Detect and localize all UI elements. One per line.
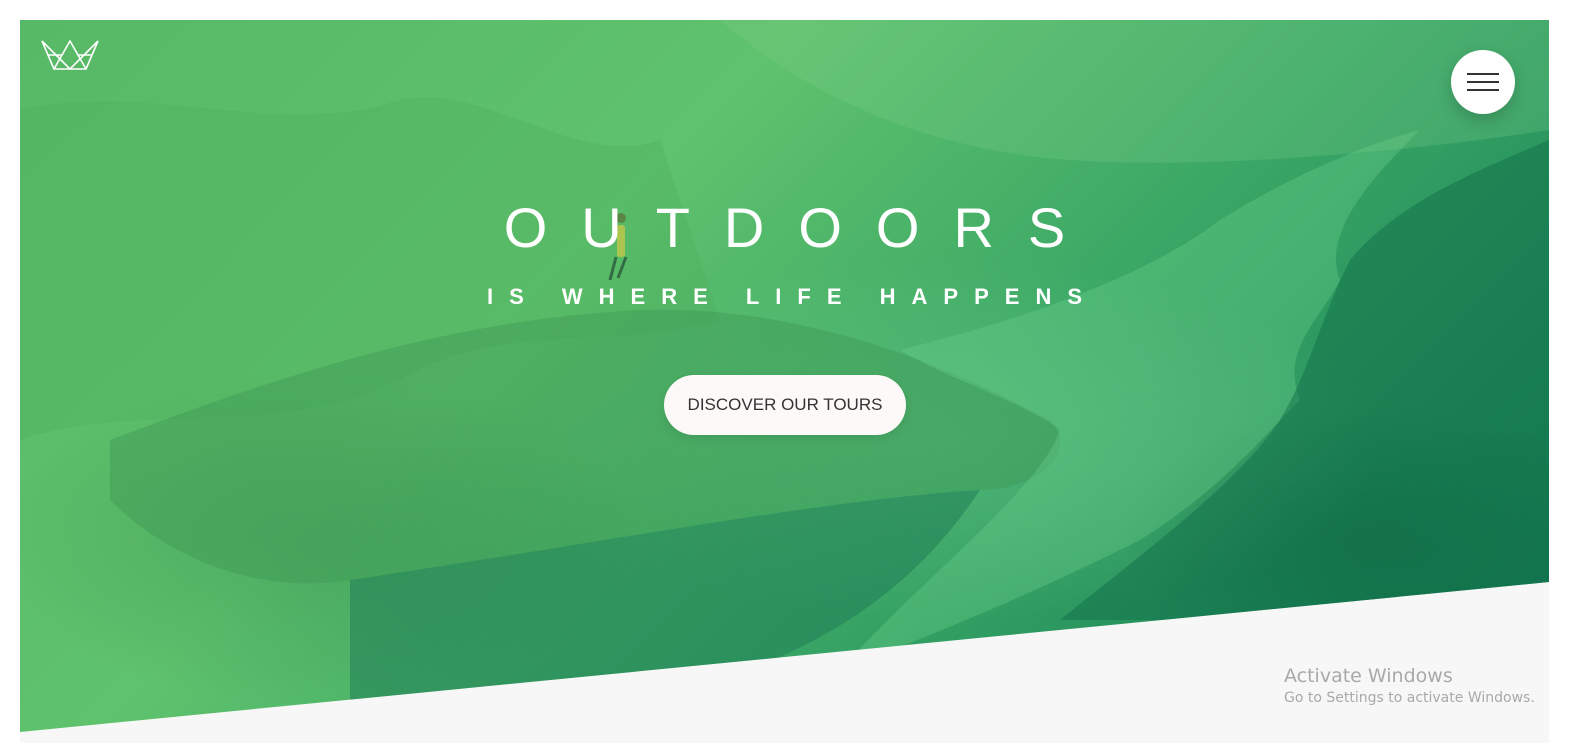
menu-button[interactable] — [1451, 50, 1515, 114]
crown-icon — [41, 40, 99, 70]
hero-title: OUTDOORS — [503, 196, 1100, 259]
page-frame: OUTDOORS IS WHERE LIFE HAPPENS DISCOVER … — [20, 20, 1549, 743]
activate-windows-subtitle: Go to Settings to activate Windows. — [1284, 690, 1535, 706]
hamburger-icon — [1467, 72, 1499, 92]
crown-logo-icon[interactable] — [40, 39, 100, 71]
activate-windows-title: Activate Windows — [1284, 665, 1453, 687]
hero-subtitle: IS WHERE LIFE HAPPENS — [486, 284, 1099, 309]
discover-tours-button[interactable]: DISCOVER OUR TOURS — [664, 375, 906, 435]
activate-windows-watermark: Activate Windows Go to Settings to activ… — [1284, 664, 1535, 708]
